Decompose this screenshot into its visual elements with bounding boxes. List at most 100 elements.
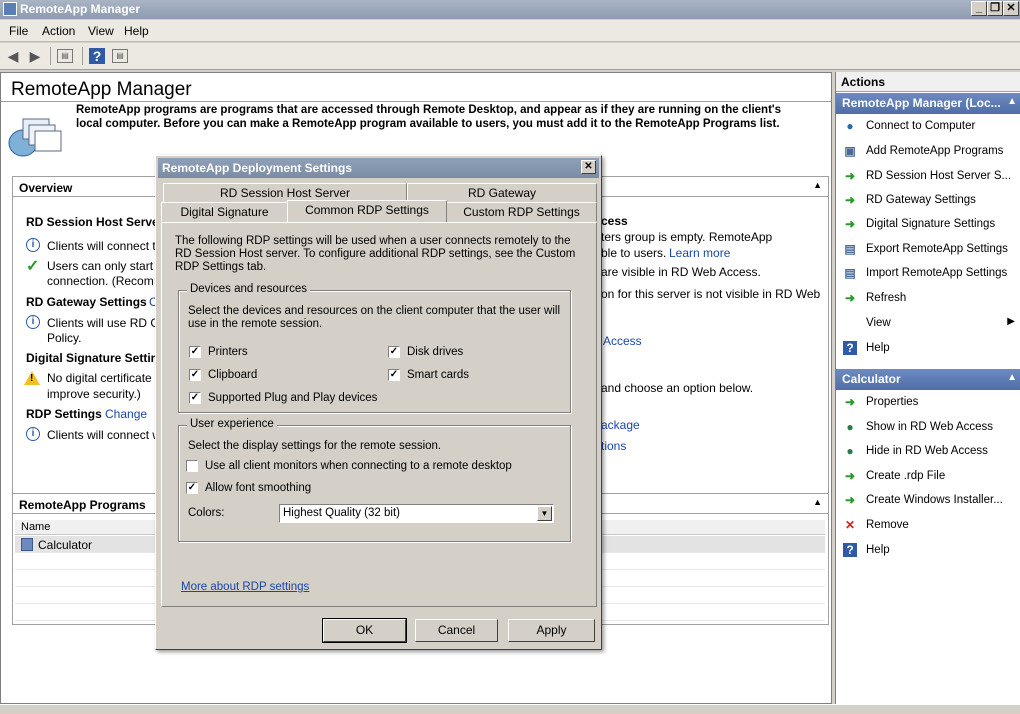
colors-select[interactable]: Highest Quality (32 bit) ▼ xyxy=(279,504,554,523)
rdsh-line3: connection. (Recom xyxy=(47,274,154,288)
show-hide-console-tree-icon[interactable]: ▤ xyxy=(57,49,73,63)
all-monitors-checkbox[interactable] xyxy=(186,460,198,472)
menu-view[interactable]: View xyxy=(88,24,114,38)
devices-group: Devices and resources Select the devices… xyxy=(178,283,571,413)
toolbar: ◀ ▶ ▤ ? ▤ xyxy=(0,43,1020,70)
action-export-settings[interactable]: ▤ Export RemoteApp Settings xyxy=(836,239,1020,261)
rdp-heading: RDP Settings xyxy=(26,407,102,421)
action-signature-settings[interactable]: ➜ Digital Signature Settings xyxy=(836,214,1020,236)
learn-more-link[interactable]: Learn more xyxy=(669,246,730,260)
user-experience-group: User experience Select the display setti… xyxy=(178,418,571,542)
colors-value: Highest Quality (32 bit) xyxy=(283,507,400,519)
actions-group-remoteapp[interactable]: RemoteApp Manager (Loc... ▲ xyxy=(836,93,1020,114)
action-add-remoteapp-programs[interactable]: ▣ Add RemoteApp Programs xyxy=(836,141,1020,163)
dialog-title-bar[interactable]: RemoteApp Deployment Settings ✕ xyxy=(158,158,599,178)
action-properties[interactable]: ➜ Properties xyxy=(836,392,1020,414)
apply-button[interactable]: Apply xyxy=(508,619,595,642)
options-link[interactable]: tions xyxy=(601,439,626,453)
plug-and-play-label: Supported Plug and Play devices xyxy=(208,392,378,404)
devices-group-label: Devices and resources xyxy=(187,283,310,295)
app-icon xyxy=(3,2,17,16)
minimize-button[interactable]: _ xyxy=(971,1,987,16)
web-access-link[interactable]: Access xyxy=(603,334,642,348)
info-icon: i xyxy=(26,238,40,252)
name-column-label: Name xyxy=(21,521,51,533)
info-icon: i xyxy=(26,315,40,329)
group-title: RemoteApp Manager (Loc... xyxy=(842,96,1001,110)
help-icon[interactable]: ? xyxy=(89,48,105,64)
tab-custom-rdp-settings[interactable]: Custom RDP Settings xyxy=(446,202,597,222)
common-rdp-settings-panel: The following RDP settings will be used … xyxy=(161,222,597,607)
action-hide-in-web-access[interactable]: ● Hide in RD Web Access xyxy=(836,441,1020,463)
collapse-icon[interactable]: ▲ xyxy=(813,497,822,507)
gateway-line1: Clients will use RD G xyxy=(47,316,160,330)
action-connect-to-computer[interactable]: ● Connect to Computer xyxy=(836,116,1020,138)
action-refresh[interactable]: ➜ Refresh xyxy=(836,288,1020,310)
rdp-change-link[interactable]: Change xyxy=(105,407,147,421)
action-create-rdp-file[interactable]: ➜ Create .rdp File xyxy=(836,466,1020,488)
program-name: Calculator xyxy=(38,538,93,552)
action-view[interactable]: View ▶ xyxy=(836,313,1020,335)
action-rdsh-settings[interactable]: ➜ RD Session Host Server S... xyxy=(836,166,1020,188)
smart-cards-checkbox[interactable]: ✓ xyxy=(388,369,400,381)
package-link[interactable]: ackage xyxy=(601,418,640,432)
disk-drives-checkbox[interactable]: ✓ xyxy=(388,346,400,358)
help-icon: ? xyxy=(843,543,857,557)
submenu-arrow-icon: ▶ xyxy=(1007,316,1015,327)
warning-icon: ! xyxy=(24,371,40,385)
restore-button[interactable]: ❐ xyxy=(987,1,1003,16)
action-show-in-web-access[interactable]: ● Show in RD Web Access xyxy=(836,417,1020,439)
remove-icon: ✕ xyxy=(844,518,856,532)
tab-digital-signature[interactable]: Digital Signature xyxy=(161,202,288,222)
menu-action[interactable]: Action xyxy=(42,24,75,38)
help-icon: ? xyxy=(843,341,857,355)
action-create-installer[interactable]: ➜ Create Windows Installer... xyxy=(836,490,1020,512)
printers-checkbox[interactable]: ✓ xyxy=(189,346,201,358)
tab-common-rdp-settings[interactable]: Common RDP Settings xyxy=(287,200,447,222)
chevron-down-icon[interactable]: ▼ xyxy=(537,506,552,521)
gateway-heading: RD Gateway Settings xyxy=(26,295,147,309)
smart-cards-label: Smart cards xyxy=(407,369,469,381)
actions-group-calculator[interactable]: Calculator ▲ xyxy=(836,369,1020,390)
rdsh-heading: RD Session Host Server xyxy=(26,215,164,229)
window-title: RemoteApp Manager xyxy=(20,2,141,16)
globe-icon: ● xyxy=(846,444,854,458)
action-help[interactable]: ? Help xyxy=(836,540,1020,562)
all-monitors-label: Use all client monitors when connecting … xyxy=(205,460,512,472)
actions-pane: Actions RemoteApp Manager (Loc... ▲ ● Con… xyxy=(835,72,1020,704)
actions-title: Actions xyxy=(836,72,1020,92)
action-import-settings[interactable]: ▤ Import RemoteApp Settings xyxy=(836,263,1020,285)
calculator-icon xyxy=(21,538,33,551)
action-remove[interactable]: ✕ Remove xyxy=(836,515,1020,537)
signature-heading: Digital Signature Settin xyxy=(26,351,159,365)
rdp-file-icon: ➜ xyxy=(844,469,856,483)
font-smoothing-checkbox[interactable]: ✓ xyxy=(186,482,198,494)
more-rdp-settings-link[interactable]: More about RDP settings xyxy=(181,581,309,594)
experience-text: Select the display settings for the remo… xyxy=(188,440,442,452)
signature-line2: improve security.) xyxy=(47,387,141,401)
clipboard-checkbox[interactable]: ✓ xyxy=(189,369,201,381)
close-button[interactable]: ✕ xyxy=(1003,1,1019,16)
action-help[interactable]: ? Help xyxy=(836,338,1020,360)
refresh-icon: ➜ xyxy=(844,291,856,305)
cancel-button[interactable]: Cancel xyxy=(415,619,498,642)
show-hide-action-pane-icon[interactable]: ▤ xyxy=(112,49,128,63)
export-icon: ▤ xyxy=(844,242,856,256)
collapse-icon[interactable]: ▲ xyxy=(813,180,822,190)
forward-icon[interactable]: ▶ xyxy=(26,47,44,65)
action-gateway-settings[interactable]: ➜ RD Gateway Settings xyxy=(836,190,1020,212)
rdsh-line2: Users can only start l xyxy=(47,259,160,273)
back-icon[interactable]: ◀ xyxy=(4,47,22,65)
remoteapp-icon xyxy=(8,118,62,157)
menu-help[interactable]: Help xyxy=(124,24,149,38)
right-line4: on for this server is not visible in RD … xyxy=(601,287,821,301)
dialog-close-button[interactable]: ✕ xyxy=(581,160,596,174)
ok-button[interactable]: OK xyxy=(322,618,407,643)
menu-file[interactable]: File xyxy=(9,24,28,38)
rdp-line1: Clients will connect w xyxy=(47,428,162,442)
status-bar xyxy=(0,704,1020,714)
collapse-icon[interactable]: ▲ xyxy=(1007,372,1017,383)
plug-and-play-checkbox[interactable]: ✓ xyxy=(189,392,201,404)
installer-icon: ➜ xyxy=(844,493,856,507)
collapse-icon[interactable]: ▲ xyxy=(1007,96,1017,107)
